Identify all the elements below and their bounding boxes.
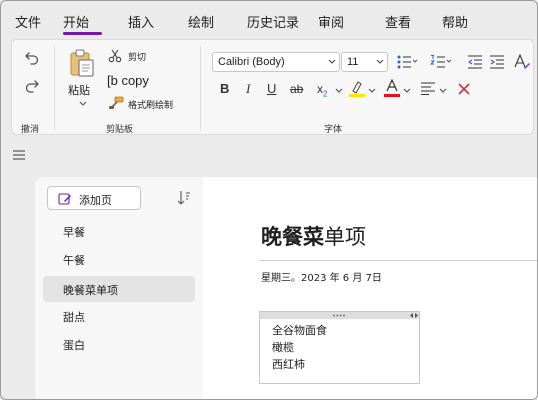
tab-file[interactable]: 文件 <box>15 12 41 31</box>
page-item-dinner-menu[interactable]: 晚餐菜单项 <box>43 276 195 302</box>
page-title-rest: 单项 <box>324 225 366 249</box>
page-title[interactable]: 晚餐菜单项 <box>261 221 366 251</box>
tab-draw[interactable]: 绘制 <box>188 12 214 31</box>
clipboard-group-label: 剪贴板 <box>106 125 134 135</box>
note-container[interactable]: 全谷物面食 橄榄 西红柿 <box>259 311 420 384</box>
undo-group-label: 撤消 <box>21 125 40 135</box>
tab-insert[interactable]: 插入 <box>128 12 154 31</box>
add-page-icon <box>58 193 71 205</box>
align-icon[interactable] <box>420 81 436 95</box>
format-painter-label[interactable]: 格式刷绘制 <box>128 98 173 111</box>
chevron-down-icon[interactable] <box>376 59 384 65</box>
decrease-indent-icon[interactable] <box>467 54 483 70</box>
page-item-label: 午餐 <box>63 254 85 267</box>
font-size-combo[interactable]: 11 <box>341 52 388 72</box>
chevron-down-icon[interactable] <box>78 100 88 108</box>
active-tab-indicator <box>63 32 102 35</box>
ribbon: 撤消 粘贴 剪切 [b copy 格式刷绘制 剪贴板 Calibri (Body… <box>11 39 534 135</box>
chevron-down-icon[interactable] <box>328 59 336 65</box>
tab-history[interactable]: 历史记录 <box>247 12 299 31</box>
onenote-window: 文件 开始 插入 绘制 历史记录 审阅 查看 帮助 撤消 粘贴 剪切 [b co… <box>0 0 538 400</box>
cut-label[interactable]: 剪切 <box>128 50 146 63</box>
page-item-label: 蛋白 <box>63 339 85 352</box>
note-line[interactable]: 西红柿 <box>272 356 305 372</box>
tab-help[interactable]: 帮助 <box>442 12 468 31</box>
cut-icon[interactable] <box>108 49 122 63</box>
tab-view[interactable]: 查看 <box>385 12 411 31</box>
note-line[interactable]: 全谷物面食 <box>272 322 327 338</box>
font-size-value: 11 <box>347 56 359 68</box>
subscript-icon[interactable]: x2 <box>317 82 327 98</box>
ribbon-separator <box>54 46 55 130</box>
redo-icon[interactable] <box>24 78 40 94</box>
tab-home[interactable]: 开始 <box>63 12 89 31</box>
page-item-lunch[interactable]: 午餐 <box>43 246 195 272</box>
note-container-handle[interactable] <box>260 312 419 319</box>
chevron-down-icon[interactable] <box>403 88 411 94</box>
numbering-icon[interactable] <box>430 54 452 70</box>
styles-icon[interactable] <box>513 53 531 71</box>
font-group-label: 字体 <box>324 125 343 135</box>
navigation-menu-icon[interactable] <box>12 149 26 161</box>
page-item-protein[interactable]: 蛋白 <box>43 331 195 357</box>
chevron-down-icon[interactable] <box>439 88 447 94</box>
add-page-button[interactable]: 添加页 <box>47 186 141 210</box>
page-item-label: 晚餐菜单项 <box>63 284 118 297</box>
copy-label[interactable]: [b copy <box>107 73 149 88</box>
chevron-down-icon[interactable] <box>368 88 376 94</box>
font-color-icon[interactable] <box>384 79 400 97</box>
italic-icon[interactable]: I <box>246 81 250 97</box>
resize-arrows-icon[interactable] <box>410 313 418 318</box>
page-canvas[interactable]: 晚餐菜单项 星期三。2023 年 6 月 7日 全谷物面食 橄榄 西红柿 <box>203 177 537 399</box>
strikethrough-icon[interactable]: ab <box>290 82 303 96</box>
paste-icon[interactable] <box>69 48 95 78</box>
bold-icon[interactable]: B <box>220 81 229 96</box>
add-page-label: 添加页 <box>79 194 112 207</box>
drag-handle-icon[interactable] <box>332 314 346 317</box>
increase-indent-icon[interactable] <box>489 54 505 70</box>
font-name-value: Calibri (Body) <box>218 56 285 68</box>
page-date: 星期三。2023 年 6 月 7日 <box>261 273 382 284</box>
page-item-label: 甜点 <box>63 311 85 324</box>
title-underline <box>259 260 537 261</box>
sort-icon[interactable] <box>177 190 191 206</box>
format-painter-icon[interactable] <box>108 96 124 110</box>
ribbon-separator <box>200 46 201 130</box>
bullets-icon[interactable] <box>396 54 418 70</box>
underline-icon[interactable]: U <box>267 81 276 96</box>
page-item-dessert[interactable]: 甜点 <box>43 303 195 329</box>
page-item-breakfast[interactable]: 早餐 <box>43 218 195 244</box>
clear-formatting-icon[interactable] <box>457 82 471 96</box>
note-line[interactable]: 橄榄 <box>272 339 294 355</box>
paste-label[interactable]: 粘贴 <box>68 82 90 98</box>
chevron-down-icon[interactable] <box>335 88 343 94</box>
highlight-icon[interactable] <box>349 80 365 97</box>
undo-icon[interactable] <box>24 50 40 66</box>
font-name-combo[interactable]: Calibri (Body) <box>212 52 340 72</box>
tab-review[interactable]: 审阅 <box>318 12 344 31</box>
page-list: 添加页 早餐 午餐 晚餐菜单项 甜点 蛋白 <box>35 177 203 399</box>
page-item-label: 早餐 <box>63 226 85 239</box>
page-title-bold: 晚餐菜 <box>261 225 324 249</box>
menu-bar: 文件 开始 插入 绘制 历史记录 审阅 查看 帮助 <box>1 1 537 37</box>
